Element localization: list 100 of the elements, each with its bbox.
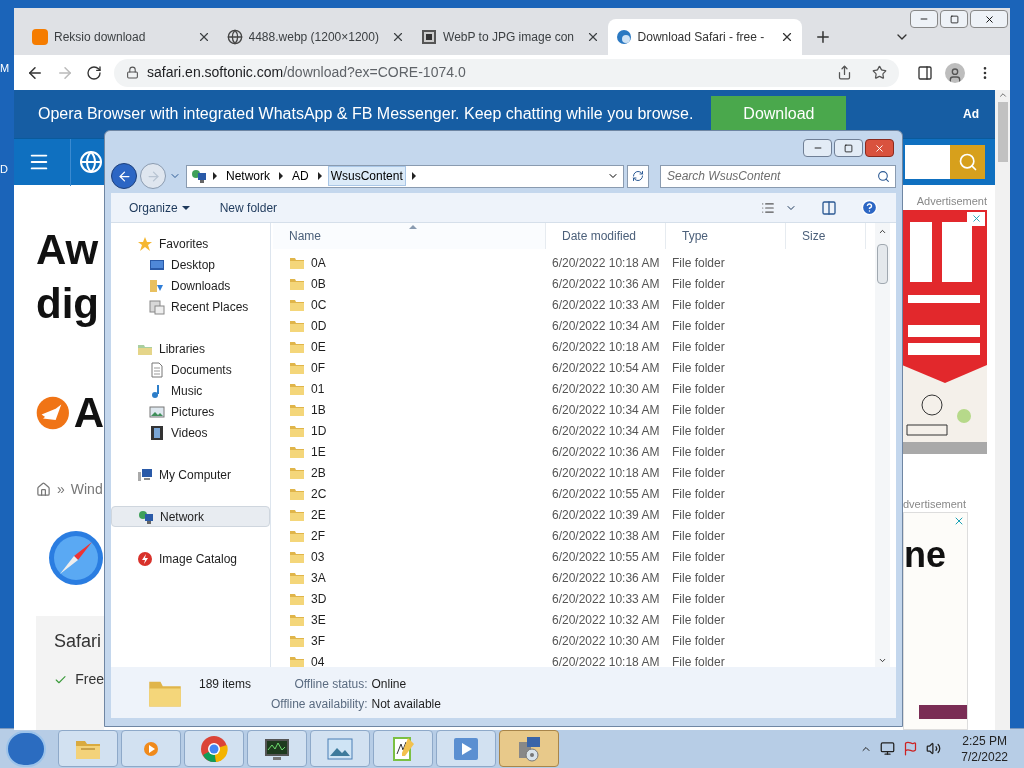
computer-icon [137,466,153,483]
search-icon[interactable] [877,169,890,183]
file-row[interactable]: 1B 6/20/2022 10:34 AM File folder [271,399,896,420]
file-row[interactable]: 3F 6/20/2022 10:30 AM File folder [271,630,896,651]
path-segment[interactable]: WsusContent [327,166,406,186]
page-scrollbar[interactable] [995,90,1010,730]
file-row[interactable]: 04 6/20/2022 10:18 AM File folder [271,651,896,667]
file-row[interactable]: 0A 6/20/2022 10:18 AM File folder [271,252,896,273]
desktop-icon-label[interactable]: M [0,60,10,77]
maximize-button[interactable] [834,139,863,157]
file-row[interactable]: 01 6/20/2022 10:30 AM File folder [271,378,896,399]
view-icon[interactable] [761,200,775,215]
list-scrollbar[interactable] [875,223,890,667]
nav-item[interactable]: Libraries [111,338,270,359]
ad-close-icon[interactable] [953,515,965,527]
file-row[interactable]: 2C 6/20/2022 10:55 AM File folder [271,483,896,504]
nav-item[interactable]: Documents [111,359,270,380]
desktop-icon-label[interactable]: D [0,160,10,177]
scrollbar-thumb[interactable] [877,244,888,284]
detail-label: Offline status: [293,676,368,693]
maximize-button[interactable] [940,10,968,28]
ad-text: Opera Browser with integrated WhatsApp & FB Messenger. Keep chatting while you browse. [38,104,694,124]
file-row[interactable]: 2F 6/20/2022 10:38 AM File folder [271,525,896,546]
page-heading: dig [36,279,100,329]
side-panel-icon[interactable] [917,64,933,81]
browser-tab[interactable]: WebP to JPG image con [413,19,608,55]
globe-logo-icon[interactable] [79,150,103,174]
refresh-button[interactable] [627,164,649,188]
taskbar-app[interactable] [247,730,307,767]
help-icon[interactable] [861,199,878,216]
file-row[interactable]: 03 6/20/2022 10:55 AM File folder [271,546,896,567]
nav-item[interactable]: Recent Places [111,296,270,317]
scroll-up-icon[interactable] [997,90,1008,100]
nav-item[interactable]: Favorites [111,233,270,254]
file-row[interactable]: 0E 6/20/2022 10:18 AM File folder [271,336,896,357]
recent-places-icon [149,298,165,315]
browser-tab[interactable]: Download Safari - free - [607,19,803,55]
back-button[interactable] [111,163,137,189]
network-status-icon[interactable] [880,741,896,756]
date-cell-text: 6/20/2022 10:54 AM [551,359,661,377]
search-button[interactable] [950,145,985,179]
nav-item[interactable]: My Computer [111,464,270,485]
path-segment[interactable]: AD [289,166,312,186]
browser-tab[interactable]: Reksio download [24,19,219,55]
tab-title: 4488.webp (1200×1200) [248,29,380,46]
close-button[interactable] [865,139,894,157]
new-tab-icon[interactable] [814,28,832,46]
file-row[interactable]: 3E 6/20/2022 10:32 AM File folder [271,609,896,630]
type-cell-text: File folder [671,506,726,524]
bookmark-star-icon[interactable] [872,65,887,80]
volume-icon[interactable] [926,741,942,756]
date-cell-text: 6/20/2022 10:36 AM [551,275,661,293]
minimize-button[interactable] [803,139,832,157]
path-separator-icon[interactable] [279,172,283,180]
preview-pane-icon[interactable] [821,199,837,216]
action-center-icon[interactable] [903,741,919,756]
new-folder-button[interactable]: New folder [219,198,278,217]
reload-icon[interactable] [86,64,102,81]
file-row[interactable]: 0C 6/20/2022 10:33 AM File folder [271,294,896,315]
breadcrumb-link[interactable]: Wind [70,479,103,500]
file-row[interactable]: 0F 6/20/2022 10:54 AM File folder [271,357,896,378]
clock[interactable]: 2:25 PM 7/2/2022 [961,732,1008,765]
scroll-down-icon[interactable] [878,656,887,665]
path-separator-icon[interactable] [411,172,416,180]
search-field[interactable] [905,145,950,179]
nav-item[interactable]: Music [111,380,270,401]
nav-item[interactable]: Downloads [111,275,270,296]
nav-item[interactable]: Network [111,506,270,527]
file-row[interactable]: 2B 6/20/2022 10:18 AM File folder [271,462,896,483]
address-bar[interactable]: safari.en.softonic.com/download?ex=CORE-1074.0 [114,58,899,87]
scrollbar-thumb[interactable] [997,102,1008,162]
file-row[interactable]: 3A 6/20/2022 10:36 AM File folder [271,567,896,588]
close-button[interactable] [970,10,1008,28]
file-row[interactable]: 0B 6/20/2022 10:36 AM File folder [271,273,896,294]
file-row[interactable]: 3D 6/20/2022 10:33 AM File folder [271,588,896,609]
organize-button[interactable]: Organize [129,198,190,217]
path-segment[interactable]: Network [223,166,273,186]
start-button[interactable] [6,730,46,767]
nav-item[interactable]: Image Catalog [111,548,270,569]
nav-item[interactable]: Pictures [111,401,270,422]
address-field[interactable]: Network AD WsusContent [186,164,624,188]
path-separator-icon[interactable] [317,172,322,180]
type-cell-text: File folder [671,401,726,419]
file-row[interactable]: 0D 6/20/2022 10:34 AM File folder [271,315,896,336]
file-row[interactable]: 1D 6/20/2022 10:34 AM File folder [271,420,896,441]
search-field[interactable]: Search WsusContent [660,164,896,188]
profile-icon[interactable] [945,62,965,83]
file-row[interactable]: 2E 6/20/2022 10:39 AM File folder [271,504,896,525]
file-row[interactable]: 1E 6/20/2022 10:36 AM File folder [271,441,896,462]
nav-item[interactable]: Desktop [111,254,270,275]
share-icon[interactable] [837,65,852,80]
type-cell-text: File folder [671,317,726,335]
nav-item[interactable]: Videos [111,422,270,443]
home-icon[interactable] [36,482,51,497]
scroll-up-icon[interactable] [878,227,887,236]
browser-tab[interactable]: 4488.webp (1200×1200) [218,19,414,55]
breadcrumb-separator: » [57,480,65,499]
path-separator-icon[interactable] [213,172,217,180]
taskbar-app[interactable] [499,730,559,767]
column-header[interactable]: Name [273,223,546,249]
